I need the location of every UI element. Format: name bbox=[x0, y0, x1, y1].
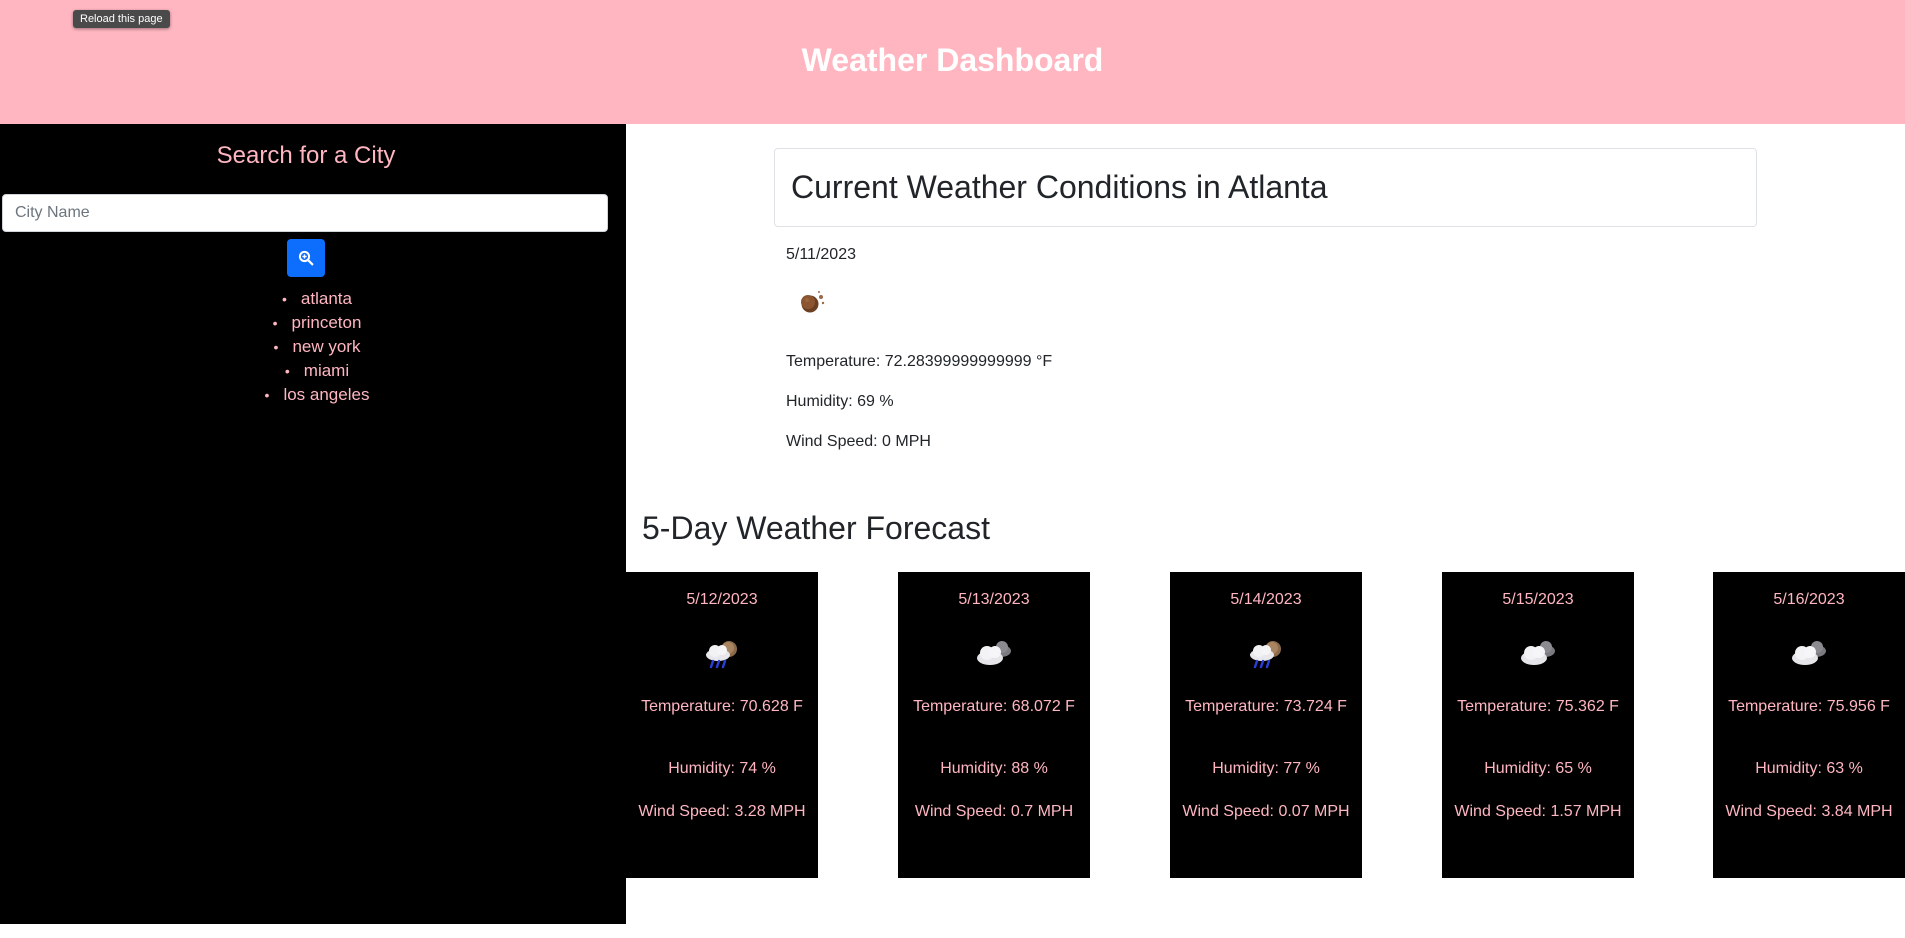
forecast-temperature: Temperature: 73.724 F bbox=[1185, 698, 1347, 715]
search-history-list: atlanta princeton new york miami los ang… bbox=[0, 287, 634, 407]
forecast-date: 5/16/2023 bbox=[1773, 591, 1845, 608]
forecast-card: 5/12/2023 Temperature: 70.628 F Humidity… bbox=[626, 572, 818, 878]
forecast-temperature: Temperature: 75.362 F bbox=[1457, 698, 1619, 715]
forecast-title: 5-Day Weather Forecast bbox=[642, 510, 990, 546]
forecast-card: 5/14/2023 Temperature: 73.724 F Humidity… bbox=[1170, 572, 1362, 878]
forecast-temperature: Temperature: 70.628 F bbox=[641, 698, 803, 715]
night-moon-haze-icon bbox=[798, 288, 830, 321]
forecast-card: 5/13/2023 Temperature: 68.072 F Humidity… bbox=[898, 572, 1090, 878]
rain-cloud-moon-icon bbox=[626, 637, 818, 669]
forecast-wind-speed: Wind Speed: 0.07 MPH bbox=[1182, 803, 1350, 820]
history-item[interactable]: new york bbox=[0, 335, 634, 359]
page-header: Weather Dashboard bbox=[0, 0, 1905, 124]
history-item[interactable]: princeton bbox=[0, 311, 634, 335]
current-date: 5/11/2023 bbox=[786, 246, 856, 263]
forecast-humidity: Humidity: 74 % bbox=[668, 760, 776, 777]
current-wind-speed: Wind Speed: 0 MPH bbox=[786, 433, 931, 450]
search-zoom-icon bbox=[298, 250, 314, 266]
forecast-wind-speed: Wind Speed: 1.57 MPH bbox=[1454, 803, 1622, 820]
page-title: Weather Dashboard bbox=[801, 41, 1104, 78]
forecast-wind-speed: Wind Speed: 3.28 MPH bbox=[638, 803, 806, 820]
forecast-date: 5/14/2023 bbox=[1230, 591, 1302, 608]
current-temperature: Temperature: 72.28399999999999 °F bbox=[786, 353, 1053, 370]
forecast-card: 5/15/2023 Temperature: 75.362 F Humidity… bbox=[1442, 572, 1634, 878]
rain-cloud-moon-icon bbox=[1170, 637, 1362, 669]
forecast-temperature: Temperature: 75.956 F bbox=[1728, 698, 1890, 715]
forecast-date: 5/13/2023 bbox=[958, 591, 1030, 608]
search-button[interactable] bbox=[287, 239, 325, 277]
forecast-humidity: Humidity: 63 % bbox=[1755, 760, 1863, 777]
cloud-night-icon bbox=[1442, 637, 1634, 669]
city-search-input[interactable] bbox=[2, 194, 608, 232]
reload-tooltip: Reload this page bbox=[73, 10, 170, 28]
forecast-humidity: Humidity: 65 % bbox=[1484, 760, 1592, 777]
cloud-night-icon bbox=[898, 637, 1090, 669]
forecast-card: 5/16/2023 Temperature: 75.956 F Humidity… bbox=[1713, 572, 1905, 878]
forecast-humidity: Humidity: 88 % bbox=[940, 760, 1048, 777]
forecast-date: 5/12/2023 bbox=[686, 591, 758, 608]
history-item[interactable]: atlanta bbox=[0, 287, 634, 311]
search-title: Search for a City bbox=[216, 142, 396, 169]
forecast-date: 5/15/2023 bbox=[1502, 591, 1574, 608]
current-weather-header: Current Weather Conditions in Atlanta bbox=[774, 148, 1757, 227]
history-item[interactable]: los angeles bbox=[0, 383, 634, 407]
forecast-wind-speed: Wind Speed: 3.84 MPH bbox=[1725, 803, 1893, 820]
cloud-night-icon bbox=[1713, 637, 1905, 669]
forecast-wind-speed: Wind Speed: 0.7 MPH bbox=[914, 803, 1074, 820]
forecast-humidity: Humidity: 77 % bbox=[1212, 760, 1320, 777]
history-item[interactable]: miami bbox=[0, 359, 634, 383]
current-weather-title: Current Weather Conditions in Atlanta bbox=[791, 169, 1328, 205]
current-humidity: Humidity: 69 % bbox=[786, 393, 894, 410]
search-sidebar: Search for a City atlanta princeton new … bbox=[0, 124, 626, 924]
forecast-temperature: Temperature: 68.072 F bbox=[913, 698, 1075, 715]
